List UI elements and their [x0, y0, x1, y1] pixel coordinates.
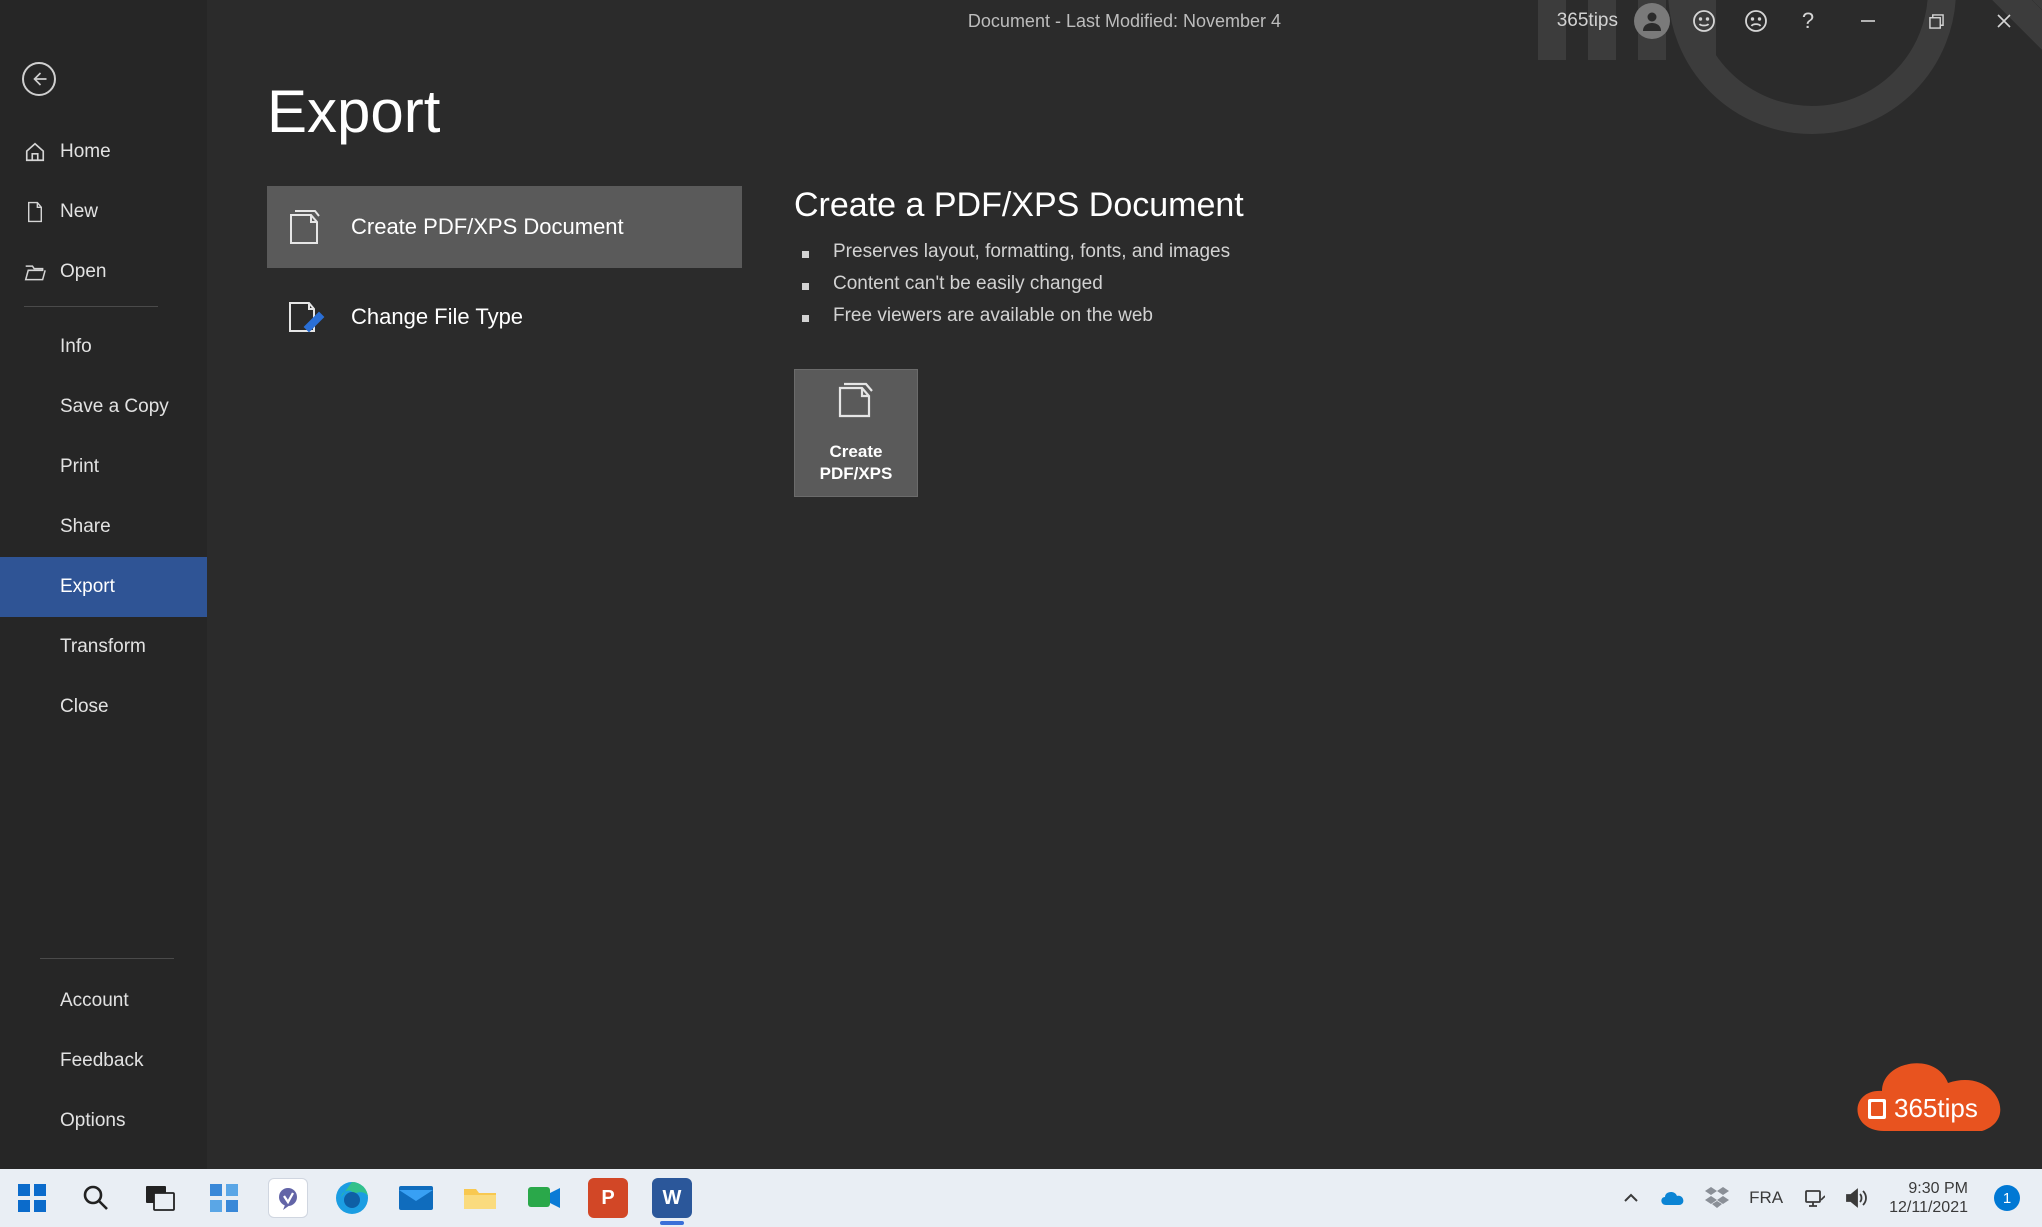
volume-icon — [1845, 1188, 1869, 1208]
sidebar-item-close[interactable]: Close — [0, 677, 207, 737]
feedback-smile-button[interactable] — [1678, 0, 1730, 42]
tray-overflow[interactable] — [1613, 1169, 1649, 1227]
frown-icon — [1744, 9, 1768, 33]
sidebar-item-new[interactable]: New — [0, 182, 207, 242]
sidebar-item-options[interactable]: Options — [0, 1091, 207, 1151]
export-options-list: Create PDF/XPS Document Change File Type — [267, 186, 742, 497]
option-label: Change File Type — [351, 304, 523, 330]
tray-volume[interactable] — [1835, 1169, 1879, 1227]
start-button[interactable] — [0, 1169, 64, 1227]
folder-icon — [462, 1183, 498, 1213]
taskbar-file-explorer[interactable] — [448, 1169, 512, 1227]
notification-count: 1 — [1994, 1185, 2020, 1211]
detail-bullet: Content can't be easily changed — [794, 273, 1244, 295]
taskbar-powerpoint[interactable]: P — [576, 1169, 640, 1227]
network-icon — [1803, 1188, 1825, 1208]
option-detail: Create a PDF/XPS Document Preserves layo… — [794, 186, 1244, 497]
powerpoint-icon: P — [588, 1178, 628, 1218]
detail-bullet: Preserves layout, formatting, fonts, and… — [794, 241, 1244, 263]
big-button-line1: Create — [830, 441, 883, 464]
search-icon — [81, 1183, 111, 1213]
user-avatar[interactable] — [1634, 3, 1670, 39]
taskbar-mail[interactable] — [384, 1169, 448, 1227]
taskbar-edge[interactable] — [320, 1169, 384, 1227]
close-button[interactable] — [1970, 0, 2038, 42]
create-pdf-xps-button[interactable]: Create PDF/XPS — [794, 369, 918, 497]
sidebar-item-open[interactable]: Open — [0, 242, 207, 302]
title-bar: Document - Last Modified: November 4 365… — [207, 0, 2042, 42]
backstage-sidebar: Home New Open Info Save a Copy Print Sha… — [0, 0, 207, 1169]
big-button-line2: PDF/XPS — [820, 463, 893, 486]
watermark-365tips: 365tips — [1844, 1041, 2016, 1151]
windows-taskbar: P W FRA 9:30 PM 12/11/2021 1 — [0, 1169, 2042, 1227]
tray-network[interactable] — [1793, 1169, 1835, 1227]
help-button[interactable]: ? — [1782, 0, 1834, 42]
taskbar-search[interactable] — [64, 1169, 128, 1227]
chevron-up-icon — [1623, 1192, 1639, 1204]
dropbox-icon — [1705, 1187, 1729, 1209]
sidebar-item-label: New — [60, 201, 98, 223]
teams-chat-icon — [268, 1178, 308, 1218]
taskview-icon — [145, 1185, 175, 1211]
back-button[interactable] — [22, 62, 56, 96]
main-content: Document - Last Modified: November 4 365… — [207, 0, 2042, 1169]
maximize-button[interactable] — [1902, 0, 1970, 42]
sidebar-item-label: Open — [60, 261, 106, 283]
detail-bullet: Free viewers are available on the web — [794, 305, 1244, 327]
option-create-pdf-xps[interactable]: Create PDF/XPS Document — [267, 186, 742, 268]
taskbar-video-app[interactable] — [512, 1169, 576, 1227]
taskbar-taskview[interactable] — [128, 1169, 192, 1227]
username[interactable]: 365tips — [1557, 10, 1618, 32]
taskbar-widgets[interactable] — [192, 1169, 256, 1227]
page-title: Export — [267, 77, 2042, 146]
pdf-document-icon — [283, 205, 327, 249]
minimize-icon — [1860, 13, 1876, 29]
word-icon: W — [652, 1178, 692, 1218]
widgets-icon — [208, 1182, 240, 1214]
sidebar-item-info[interactable]: Info — [0, 317, 207, 377]
folder-open-icon — [24, 261, 46, 283]
document-icon — [24, 201, 46, 223]
tray-dropbox[interactable] — [1695, 1169, 1739, 1227]
tray-time: 9:30 PM — [1908, 1179, 1968, 1198]
sidebar-item-transform[interactable]: Transform — [0, 617, 207, 677]
taskbar-word[interactable]: W — [640, 1169, 704, 1227]
sidebar-item-export[interactable]: Export — [0, 557, 207, 617]
option-change-file-type[interactable]: Change File Type — [267, 276, 742, 358]
windows-icon — [16, 1182, 48, 1214]
tray-clock[interactable]: 9:30 PM 12/11/2021 — [1879, 1179, 1978, 1217]
sidebar-item-home[interactable]: Home — [0, 122, 207, 182]
sidebar-item-feedback[interactable]: Feedback — [0, 1031, 207, 1091]
svg-text:365tips: 365tips — [1894, 1093, 1978, 1123]
tray-notifications[interactable]: 1 — [1978, 1169, 2034, 1227]
sidebar-divider — [24, 306, 158, 307]
arrow-left-icon — [30, 70, 48, 88]
tray-onedrive[interactable] — [1649, 1169, 1695, 1227]
sidebar-item-account[interactable]: Account — [0, 971, 207, 1031]
smile-icon — [1692, 9, 1716, 33]
sidebar-item-save-copy[interactable]: Save a Copy — [0, 377, 207, 437]
mail-icon — [398, 1183, 434, 1213]
sidebar-item-label: Home — [60, 141, 111, 163]
option-label: Create PDF/XPS Document — [351, 214, 624, 240]
close-icon — [1996, 13, 2012, 29]
edge-icon — [334, 1180, 370, 1216]
sidebar-divider — [40, 958, 174, 959]
feedback-frown-button[interactable] — [1730, 0, 1782, 42]
tray-date: 12/11/2021 — [1889, 1198, 1968, 1217]
video-icon — [526, 1183, 562, 1213]
maximize-icon — [1929, 14, 1944, 29]
tray-language[interactable]: FRA — [1739, 1169, 1793, 1227]
cloud-icon — [1659, 1189, 1685, 1207]
detail-title: Create a PDF/XPS Document — [794, 186, 1244, 225]
sidebar-item-print[interactable]: Print — [0, 437, 207, 497]
taskbar-chat[interactable] — [256, 1169, 320, 1227]
change-filetype-icon — [283, 295, 327, 339]
minimize-button[interactable] — [1834, 0, 1902, 42]
person-icon — [1640, 9, 1664, 33]
home-icon — [24, 141, 46, 163]
pdf-document-icon — [834, 380, 878, 427]
sidebar-item-share[interactable]: Share — [0, 497, 207, 557]
